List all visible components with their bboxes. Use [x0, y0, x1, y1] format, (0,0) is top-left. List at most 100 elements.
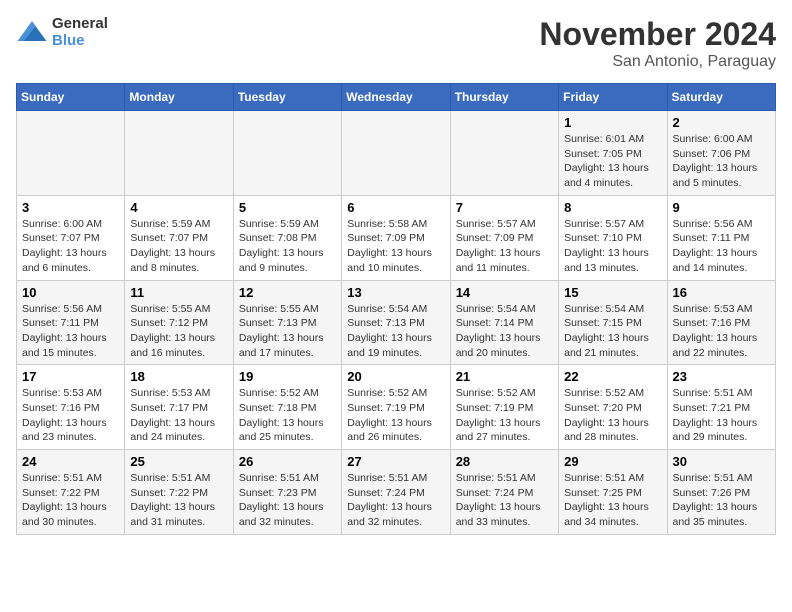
day-info: Sunrise: 5:53 AMSunset: 7:17 PMDaylight:… — [130, 386, 227, 445]
title-block: November 2024 San Antonio, Paraguay — [539, 16, 776, 71]
day-number: 17 — [22, 369, 119, 384]
calendar-cell — [17, 111, 125, 196]
weekday-thursday: Thursday — [450, 84, 558, 111]
calendar-cell: 26 Sunrise: 5:51 AMSunset: 7:23 PMDayligh… — [233, 450, 341, 535]
day-info: Sunrise: 5:51 AMSunset: 7:21 PMDaylight:… — [673, 386, 770, 445]
day-number: 19 — [239, 369, 336, 384]
day-info: Sunrise: 5:55 AMSunset: 7:12 PMDaylight:… — [130, 302, 227, 361]
calendar-body: 1 Sunrise: 6:01 AMSunset: 7:05 PMDaylight… — [17, 111, 776, 535]
day-number: 26 — [239, 454, 336, 469]
day-number: 15 — [564, 285, 661, 300]
day-info: Sunrise: 5:55 AMSunset: 7:13 PMDaylight:… — [239, 302, 336, 361]
calendar-cell: 7 Sunrise: 5:57 AMSunset: 7:09 PMDaylight… — [450, 195, 558, 280]
day-number: 22 — [564, 369, 661, 384]
calendar-cell: 2 Sunrise: 6:00 AMSunset: 7:06 PMDaylight… — [667, 111, 775, 196]
calendar-cell: 22Sunrise: 5:52 AMSunset: 7:20 PMDayligh… — [559, 365, 667, 450]
day-number: 13 — [347, 285, 444, 300]
day-info: Sunrise: 5:57 AMSunset: 7:09 PMDaylight:… — [456, 217, 553, 276]
day-number: 7 — [456, 200, 553, 215]
day-info: Sunrise: 5:51 AMSunset: 7:24 PMDaylight:… — [456, 471, 553, 530]
calendar-cell: 24 Sunrise: 5:51 AMSunset: 7:22 PMDayligh… — [17, 450, 125, 535]
calendar-cell: 14Sunrise: 5:54 AMSunset: 7:14 PMDayligh… — [450, 280, 558, 365]
weekday-row: SundayMondayTuesdayWednesdayThursdayFrid… — [17, 84, 776, 111]
calendar-cell: 15 Sunrise: 5:54 AMSunset: 7:15 PMDayligh… — [559, 280, 667, 365]
weekday-friday: Friday — [559, 84, 667, 111]
day-info: Sunrise: 5:51 AMSunset: 7:23 PMDaylight:… — [239, 471, 336, 530]
calendar-cell: 21 Sunrise: 5:52 AMSunset: 7:19 PMDayligh… — [450, 365, 558, 450]
calendar-table: SundayMondayTuesdayWednesdayThursdayFrid… — [16, 83, 776, 535]
day-info: Sunrise: 6:01 AMSunset: 7:05 PMDaylight:… — [564, 132, 661, 191]
day-number: 16 — [673, 285, 770, 300]
calendar-cell: 5 Sunrise: 5:59 AMSunset: 7:08 PMDaylight… — [233, 195, 341, 280]
calendar-cell: 18 Sunrise: 5:53 AMSunset: 7:17 PMDayligh… — [125, 365, 233, 450]
weekday-saturday: Saturday — [667, 84, 775, 111]
day-info: Sunrise: 5:56 AMSunset: 7:11 PMDaylight:… — [22, 302, 119, 361]
day-info: Sunrise: 5:52 AMSunset: 7:19 PMDaylight:… — [456, 386, 553, 445]
calendar-cell: 19 Sunrise: 5:52 AMSunset: 7:18 PMDayligh… — [233, 365, 341, 450]
calendar-cell: 4 Sunrise: 5:59 AMSunset: 7:07 PMDaylight… — [125, 195, 233, 280]
day-info: Sunrise: 5:53 AMSunset: 7:16 PMDaylight:… — [22, 386, 119, 445]
day-number: 8 — [564, 200, 661, 215]
calendar-cell: 28Sunrise: 5:51 AMSunset: 7:24 PMDayligh… — [450, 450, 558, 535]
day-number: 27 — [347, 454, 444, 469]
page-subtitle: San Antonio, Paraguay — [539, 53, 776, 71]
weekday-sunday: Sunday — [17, 84, 125, 111]
day-number: 9 — [673, 200, 770, 215]
day-number: 29 — [564, 454, 661, 469]
calendar-cell: 27 Sunrise: 5:51 AMSunset: 7:24 PMDayligh… — [342, 450, 450, 535]
day-number: 11 — [130, 285, 227, 300]
calendar-cell: 20 Sunrise: 5:52 AMSunset: 7:19 PMDayligh… — [342, 365, 450, 450]
day-info: Sunrise: 5:51 AMSunset: 7:26 PMDaylight:… — [673, 471, 770, 530]
day-info: Sunrise: 5:54 AMSunset: 7:15 PMDaylight:… — [564, 302, 661, 361]
day-info: Sunrise: 5:58 AMSunset: 7:09 PMDaylight:… — [347, 217, 444, 276]
calendar-cell: 8 Sunrise: 5:57 AMSunset: 7:10 PMDaylight… — [559, 195, 667, 280]
day-number: 4 — [130, 200, 227, 215]
calendar-header: SundayMondayTuesdayWednesdayThursdayFrid… — [17, 84, 776, 111]
day-number: 2 — [673, 115, 770, 130]
week-row-2: 3 Sunrise: 6:00 AMSunset: 7:07 PMDaylight… — [17, 195, 776, 280]
calendar-cell: 16 Sunrise: 5:53 AMSunset: 7:16 PMDayligh… — [667, 280, 775, 365]
day-info: Sunrise: 5:54 AMSunset: 7:13 PMDaylight:… — [347, 302, 444, 361]
week-row-3: 10 Sunrise: 5:56 AMSunset: 7:11 PMDayligh… — [17, 280, 776, 365]
day-info: Sunrise: 5:54 AMSunset: 7:14 PMDaylight:… — [456, 302, 553, 361]
day-info: Sunrise: 5:59 AMSunset: 7:07 PMDaylight:… — [130, 217, 227, 276]
logo-icon — [16, 17, 48, 49]
day-number: 24 — [22, 454, 119, 469]
calendar-cell: 1 Sunrise: 6:01 AMSunset: 7:05 PMDaylight… — [559, 111, 667, 196]
day-number: 18 — [130, 369, 227, 384]
calendar-cell: 3 Sunrise: 6:00 AMSunset: 7:07 PMDaylight… — [17, 195, 125, 280]
day-number: 5 — [239, 200, 336, 215]
calendar-cell: 30Sunrise: 5:51 AMSunset: 7:26 PMDayligh… — [667, 450, 775, 535]
calendar-cell: 6 Sunrise: 5:58 AMSunset: 7:09 PMDaylight… — [342, 195, 450, 280]
day-number: 10 — [22, 285, 119, 300]
calendar-cell: 29Sunrise: 5:51 AMSunset: 7:25 PMDayligh… — [559, 450, 667, 535]
day-info: Sunrise: 5:59 AMSunset: 7:08 PMDaylight:… — [239, 217, 336, 276]
page-title: November 2024 — [539, 16, 776, 53]
weekday-wednesday: Wednesday — [342, 84, 450, 111]
day-info: Sunrise: 5:57 AMSunset: 7:10 PMDaylight:… — [564, 217, 661, 276]
calendar-cell: 23 Sunrise: 5:51 AMSunset: 7:21 PMDayligh… — [667, 365, 775, 450]
day-info: Sunrise: 5:51 AMSunset: 7:22 PMDaylight:… — [130, 471, 227, 530]
day-number: 12 — [239, 285, 336, 300]
day-number: 1 — [564, 115, 661, 130]
day-info: Sunrise: 6:00 AMSunset: 7:07 PMDaylight:… — [22, 217, 119, 276]
day-info: Sunrise: 6:00 AMSunset: 7:06 PMDaylight:… — [673, 132, 770, 191]
day-info: Sunrise: 5:52 AMSunset: 7:18 PMDaylight:… — [239, 386, 336, 445]
calendar-cell: 17 Sunrise: 5:53 AMSunset: 7:16 PMDayligh… — [17, 365, 125, 450]
logo-general: General — [52, 16, 108, 33]
day-info: Sunrise: 5:52 AMSunset: 7:19 PMDaylight:… — [347, 386, 444, 445]
day-info: Sunrise: 5:51 AMSunset: 7:22 PMDaylight:… — [22, 471, 119, 530]
logo-blue: Blue — [52, 33, 108, 50]
day-number: 20 — [347, 369, 444, 384]
day-info: Sunrise: 5:53 AMSunset: 7:16 PMDaylight:… — [673, 302, 770, 361]
day-info: Sunrise: 5:51 AMSunset: 7:24 PMDaylight:… — [347, 471, 444, 530]
day-info: Sunrise: 5:56 AMSunset: 7:11 PMDaylight:… — [673, 217, 770, 276]
day-number: 3 — [22, 200, 119, 215]
day-number: 6 — [347, 200, 444, 215]
day-number: 21 — [456, 369, 553, 384]
weekday-tuesday: Tuesday — [233, 84, 341, 111]
day-number: 23 — [673, 369, 770, 384]
calendar-cell: 11 Sunrise: 5:55 AMSunset: 7:12 PMDayligh… — [125, 280, 233, 365]
week-row-5: 24 Sunrise: 5:51 AMSunset: 7:22 PMDayligh… — [17, 450, 776, 535]
calendar-cell: 25Sunrise: 5:51 AMSunset: 7:22 PMDayligh… — [125, 450, 233, 535]
